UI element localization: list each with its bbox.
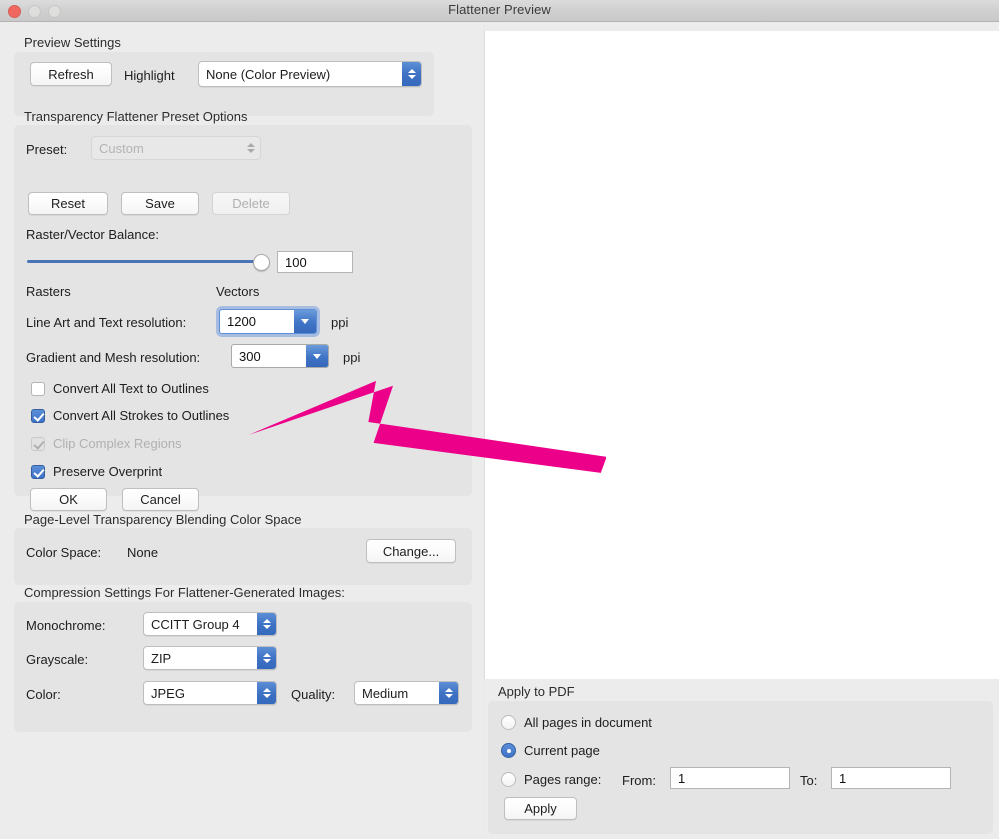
ok-button[interactable]: OK	[30, 488, 107, 511]
preset-value: Custom	[99, 140, 144, 156]
color-popup[interactable]: JPEG	[143, 681, 277, 705]
preset-label: Preset:	[26, 142, 68, 157]
settings-column: Preview Settings Refresh Highlight None …	[0, 22, 484, 839]
grayscale-popup[interactable]: ZIP	[143, 646, 277, 670]
rasters-label: Rasters	[26, 284, 71, 299]
color-label: Color:	[26, 687, 61, 702]
preset-popup[interactable]: Custom	[91, 136, 261, 160]
pages-from-input[interactable]: 1	[670, 767, 790, 789]
raster-vector-balance-slider-knob[interactable]	[253, 254, 270, 271]
preview-settings-group-label: Preview Settings	[24, 35, 121, 50]
monochrome-popup[interactable]: CCITT Group 4	[143, 612, 277, 636]
window-title: Flattener Preview	[448, 2, 551, 17]
grayscale-value: ZIP	[151, 650, 172, 666]
checkbox-box	[31, 408, 45, 423]
raster-vector-balance-label: Raster/Vector Balance:	[26, 227, 159, 242]
checkbox-box	[31, 381, 45, 396]
reset-preset-button[interactable]: Reset	[28, 192, 108, 215]
chevron-updown-icon	[257, 613, 276, 635]
preset-options-group-label: Transparency Flattener Preset Options	[24, 109, 248, 124]
chevron-down-icon	[294, 310, 316, 333]
gradient-resolution-label: Gradient and Mesh resolution:	[26, 350, 201, 365]
chevron-updown-icon	[257, 647, 276, 669]
quality-popup[interactable]: Medium	[354, 681, 459, 705]
line-art-resolution-unit: ppi	[331, 315, 349, 330]
checkbox-label: Convert All Strokes to Outlines	[53, 408, 230, 423]
gradient-resolution-unit: ppi	[343, 350, 361, 365]
chevron-updown-icon	[257, 682, 276, 704]
radio-circle	[501, 743, 516, 758]
radio-pages-range[interactable]: Pages range:	[501, 772, 601, 787]
quality-label: Quality:	[291, 687, 336, 702]
raster-vector-balance-slider-track[interactable]	[27, 260, 268, 263]
monochrome-value: CCITT Group 4	[151, 616, 240, 632]
vectors-label: Vectors	[216, 284, 260, 299]
preview-canvas	[484, 31, 999, 679]
line-art-resolution-label: Line Art and Text resolution:	[26, 315, 187, 330]
radio-label: Pages range:	[524, 772, 602, 787]
checkbox-label: Preserve Overprint	[53, 464, 163, 479]
line-art-resolution-combo[interactable]: 1200	[219, 309, 317, 334]
checkbox-convert-all-text-to-outlines[interactable]: Convert All Text to Outlines	[31, 381, 209, 396]
monochrome-label: Monochrome:	[26, 618, 106, 633]
save-preset-button[interactable]: Save	[121, 192, 199, 215]
highlight-label: Highlight	[124, 68, 175, 83]
chevron-updown-icon	[402, 62, 421, 86]
checkbox-box	[31, 436, 45, 451]
chevron-updown-icon	[439, 682, 458, 704]
checkbox-clip-complex-regions: Clip Complex Regions	[31, 436, 182, 451]
pages-to-input[interactable]: 1	[831, 767, 951, 789]
flattener-preview-window: Flattener Preview Preview Settings Refre…	[0, 0, 999, 839]
checkbox-label: Clip Complex Regions	[53, 436, 182, 451]
change-color-space-button[interactable]: Change...	[366, 539, 456, 563]
color-space-value: None	[127, 545, 159, 560]
line-art-resolution-value: 1200	[227, 314, 256, 329]
highlight-value: None (Color Preview)	[206, 66, 331, 82]
pages-to-label: To:	[800, 773, 818, 788]
apply-button[interactable]: Apply	[504, 797, 577, 820]
highlight-popup[interactable]: None (Color Preview)	[198, 61, 422, 87]
grayscale-label: Grayscale:	[26, 652, 89, 667]
balance-value-field[interactable]: 100	[277, 251, 353, 273]
chevron-updown-icon	[241, 137, 260, 159]
radio-label: All pages in document	[524, 715, 652, 730]
quality-value: Medium	[362, 685, 409, 701]
refresh-button[interactable]: Refresh	[30, 62, 112, 86]
radio-all-pages-in-document[interactable]: All pages in document	[501, 715, 652, 730]
window-titlebar: Flattener Preview	[0, 0, 999, 22]
color-value: JPEG	[151, 685, 185, 701]
cancel-button[interactable]: Cancel	[122, 488, 199, 511]
checkbox-box	[31, 464, 45, 479]
apply-to-pdf-group-label: Apply to PDF	[498, 684, 575, 699]
color-space-label: Color Space:	[26, 545, 102, 560]
gradient-resolution-combo[interactable]: 300	[231, 344, 329, 368]
pages-from-label: From:	[622, 773, 656, 788]
delete-preset-button: Delete	[212, 192, 290, 215]
color-space-group-label: Page-Level Transparency Blending Color S…	[24, 512, 302, 527]
checkbox-convert-all-strokes-to-outlines[interactable]: Convert All Strokes to Outlines	[31, 408, 229, 423]
window-body: Preview Settings Refresh Highlight None …	[0, 22, 999, 839]
radio-circle	[501, 772, 516, 787]
gradient-resolution-value: 300	[239, 348, 261, 364]
radio-label: Current page	[524, 743, 600, 758]
compression-group-label: Compression Settings For Flattener-Gener…	[24, 585, 345, 600]
chevron-down-icon	[306, 345, 328, 367]
checkbox-label: Convert All Text to Outlines	[53, 381, 209, 396]
checkbox-preserve-overprint[interactable]: Preserve Overprint	[31, 464, 162, 479]
radio-current-page[interactable]: Current page	[501, 743, 600, 758]
radio-circle	[501, 715, 516, 730]
